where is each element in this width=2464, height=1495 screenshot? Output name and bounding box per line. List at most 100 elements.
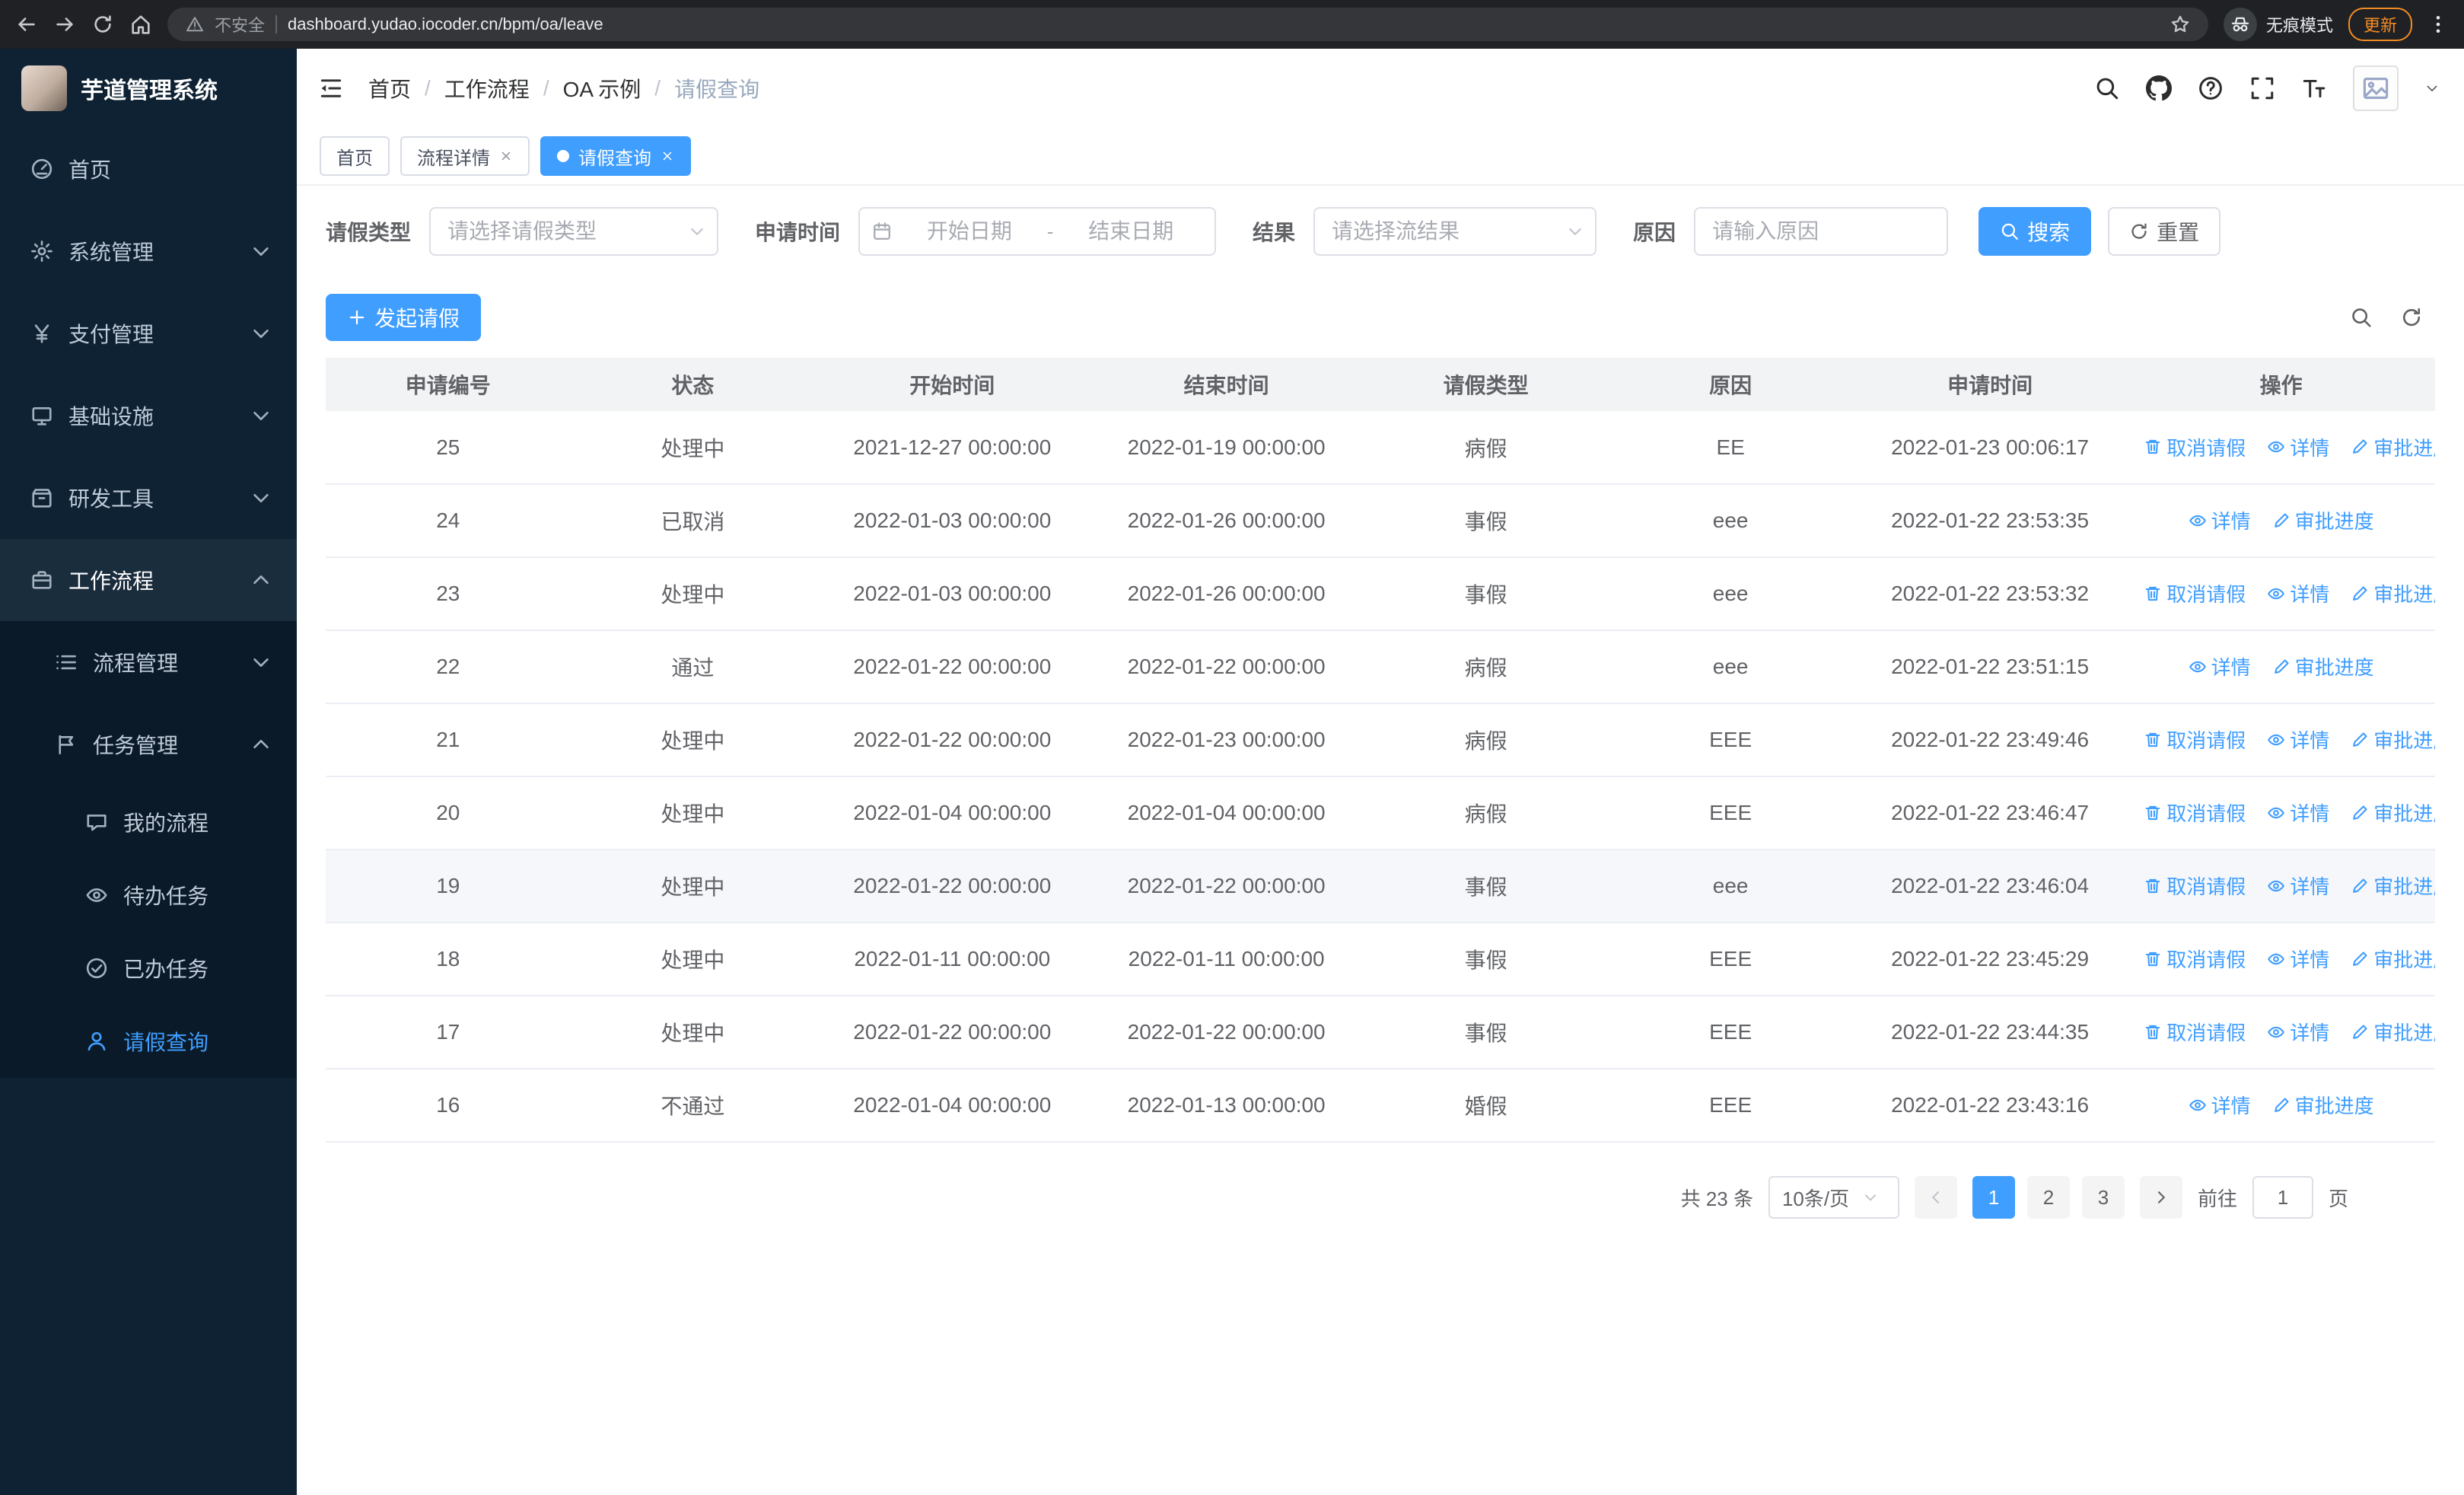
reload-icon[interactable] xyxy=(91,13,114,36)
sidebar-item-system-management[interactable]: 系统管理 xyxy=(0,210,297,292)
approval-progress-link[interactable]: 审批进度 xyxy=(2272,1091,2374,1119)
result-select[interactable] xyxy=(1313,207,1597,256)
approval-progress-link[interactable]: 审批进度 xyxy=(2351,799,2435,827)
avatar[interactable] xyxy=(2353,65,2399,111)
bookmark-star-icon[interactable] xyxy=(2170,14,2190,34)
cancel-leave-link[interactable]: 取消请假 xyxy=(2144,799,2246,827)
sidebar-item-home[interactable]: 首页 xyxy=(0,128,297,210)
forward-icon[interactable] xyxy=(53,13,76,36)
cancel-leave-link[interactable]: 取消请假 xyxy=(2144,725,2246,754)
home-icon[interactable] xyxy=(129,13,152,36)
breadcrumb-item[interactable]: 首页 xyxy=(368,73,411,104)
page-2-button[interactable]: 2 xyxy=(2026,1176,2070,1219)
breadcrumb-item[interactable]: 工作流程 xyxy=(444,73,530,104)
pagination-total: 共 23 条 xyxy=(1680,1187,1753,1210)
sidebar-item-my-process[interactable]: 我的流程 xyxy=(0,786,297,859)
cancel-leave-link[interactable]: 取消请假 xyxy=(2144,872,2246,900)
update-button[interactable]: 更新 xyxy=(2348,8,2412,41)
reset-button[interactable]: 重置 xyxy=(2108,207,2221,256)
prev-page-button[interactable] xyxy=(1914,1176,1957,1219)
approval-progress-link[interactable]: 审批进度 xyxy=(2272,506,2374,534)
refresh-table-icon[interactable] xyxy=(2400,306,2423,329)
approval-progress-link[interactable]: 审批进度 xyxy=(2272,652,2374,681)
sidebar-item-done-tasks[interactable]: 已办任务 xyxy=(0,932,297,1005)
sidebar-item-task-management[interactable]: 任务管理 xyxy=(0,703,297,786)
page-size-select[interactable]: 10条/页 xyxy=(1768,1176,1899,1219)
cancel-leave-link[interactable]: 取消请假 xyxy=(2144,579,2246,607)
approval-progress-link[interactable]: 审批进度 xyxy=(2351,433,2435,461)
detail-link[interactable]: 详情 xyxy=(2267,1018,2329,1046)
apply-time-range-picker[interactable]: - xyxy=(858,207,1217,256)
collapse-sidebar-icon[interactable] xyxy=(318,75,344,101)
cancel-leave-link[interactable]: 取消请假 xyxy=(2144,1018,2246,1046)
approval-progress-link[interactable]: 审批进度 xyxy=(2351,725,2435,754)
start-date-input[interactable] xyxy=(898,219,1041,244)
detail-link[interactable]: 详情 xyxy=(2267,579,2329,607)
tab-process-detail[interactable]: 流程详情 xyxy=(400,136,530,176)
approval-progress-link[interactable]: 审批进度 xyxy=(2351,872,2435,900)
app-logo-row[interactable]: 芋道管理系统 xyxy=(0,49,297,128)
tab-home[interactable]: 首页 xyxy=(320,136,390,176)
search-icon[interactable] xyxy=(2094,75,2120,101)
address-bar[interactable]: 不安全 dashboard.yudao.iocoder.cn/bpm/oa/le… xyxy=(167,8,2208,41)
detail-link[interactable]: 详情 xyxy=(2267,725,2329,754)
range-separator: - xyxy=(1046,219,1054,243)
cell-end: 2022-01-22 00:00:00 xyxy=(1089,850,1364,923)
detail-link[interactable]: 详情 xyxy=(2189,506,2251,534)
cell-type: 婚假 xyxy=(1363,1069,1609,1143)
breadcrumb-item[interactable]: OA 示例 xyxy=(563,73,641,104)
detail-link[interactable]: 详情 xyxy=(2267,433,2329,461)
kebab-menu-icon[interactable] xyxy=(2427,14,2449,35)
cell-reason: EEE xyxy=(1608,703,1853,777)
next-page-button[interactable] xyxy=(2139,1176,2182,1219)
breadcrumb-separator: / xyxy=(543,76,549,100)
search-button[interactable]: 搜索 xyxy=(1979,207,2092,256)
pagination: 共 23 条 10条/页 123 前往 页 xyxy=(326,1176,2435,1219)
end-date-input[interactable] xyxy=(1059,219,1203,244)
sidebar-item-leave-query[interactable]: 请假查询 xyxy=(0,1005,297,1078)
sidebar-item-workflow[interactable]: 工作流程 xyxy=(0,539,297,621)
breadcrumb-separator: / xyxy=(425,76,431,100)
detail-link[interactable]: 详情 xyxy=(2267,872,2329,900)
toggle-search-icon[interactable] xyxy=(2350,306,2373,329)
detail-link[interactable]: 详情 xyxy=(2267,945,2329,973)
sidebar-item-process-management[interactable]: 流程管理 xyxy=(0,621,297,703)
leave-type-select-input[interactable] xyxy=(429,207,719,256)
cancel-leave-link[interactable]: 取消请假 xyxy=(2144,433,2246,461)
help-icon[interactable] xyxy=(2198,75,2224,101)
back-icon[interactable] xyxy=(15,13,38,36)
sidebar-item-label: 请假查询 xyxy=(123,1031,209,1054)
approval-progress-link[interactable]: 审批进度 xyxy=(2351,579,2435,607)
cell-end: 2022-01-22 00:00:00 xyxy=(1089,630,1364,704)
column-header: 操作 xyxy=(2127,358,2435,411)
detail-link[interactable]: 详情 xyxy=(2267,799,2329,827)
cell-reason: EE xyxy=(1608,411,1853,485)
close-tab-icon[interactable] xyxy=(499,149,513,163)
sidebar-item-infrastructure[interactable]: 基础设施 xyxy=(0,375,297,457)
column-header: 申请编号 xyxy=(326,358,571,411)
approval-progress-link[interactable]: 审批进度 xyxy=(2351,1018,2435,1046)
sidebar-item-devtools[interactable]: 研发工具 xyxy=(0,457,297,539)
apply-time-group: 申请时间 - xyxy=(755,207,1217,256)
page-1-button[interactable]: 1 xyxy=(1972,1176,2015,1219)
approval-progress-link[interactable]: 审批进度 xyxy=(2351,945,2435,973)
create-leave-button[interactable]: 发起请假 xyxy=(326,294,482,341)
page-3-button[interactable]: 3 xyxy=(2081,1176,2125,1219)
font-size-icon[interactable] xyxy=(2301,75,2327,101)
github-icon[interactable] xyxy=(2146,75,2172,101)
table-row: 18 处理中 2022-01-11 00:00:00 2022-01-11 00:00… xyxy=(326,923,2435,996)
sidebar-item-todo-tasks[interactable]: 待办任务 xyxy=(0,859,297,932)
fullscreen-icon[interactable] xyxy=(2249,75,2275,101)
tab-leave-query[interactable]: 请假查询 xyxy=(540,136,691,176)
chevron-down-icon[interactable] xyxy=(2424,81,2440,96)
leave-type-select[interactable] xyxy=(429,207,719,256)
sidebar-item-payment-management[interactable]: 支付管理 xyxy=(0,292,297,375)
goto-page-input[interactable] xyxy=(2252,1176,2313,1219)
close-tab-icon[interactable] xyxy=(661,149,674,163)
reason-input[interactable] xyxy=(1694,207,1949,256)
result-select-input[interactable] xyxy=(1313,207,1597,256)
cell-reason: EEE xyxy=(1608,1069,1853,1143)
cancel-leave-link[interactable]: 取消请假 xyxy=(2144,945,2246,973)
detail-link[interactable]: 详情 xyxy=(2189,1091,2251,1119)
detail-link[interactable]: 详情 xyxy=(2189,652,2251,681)
